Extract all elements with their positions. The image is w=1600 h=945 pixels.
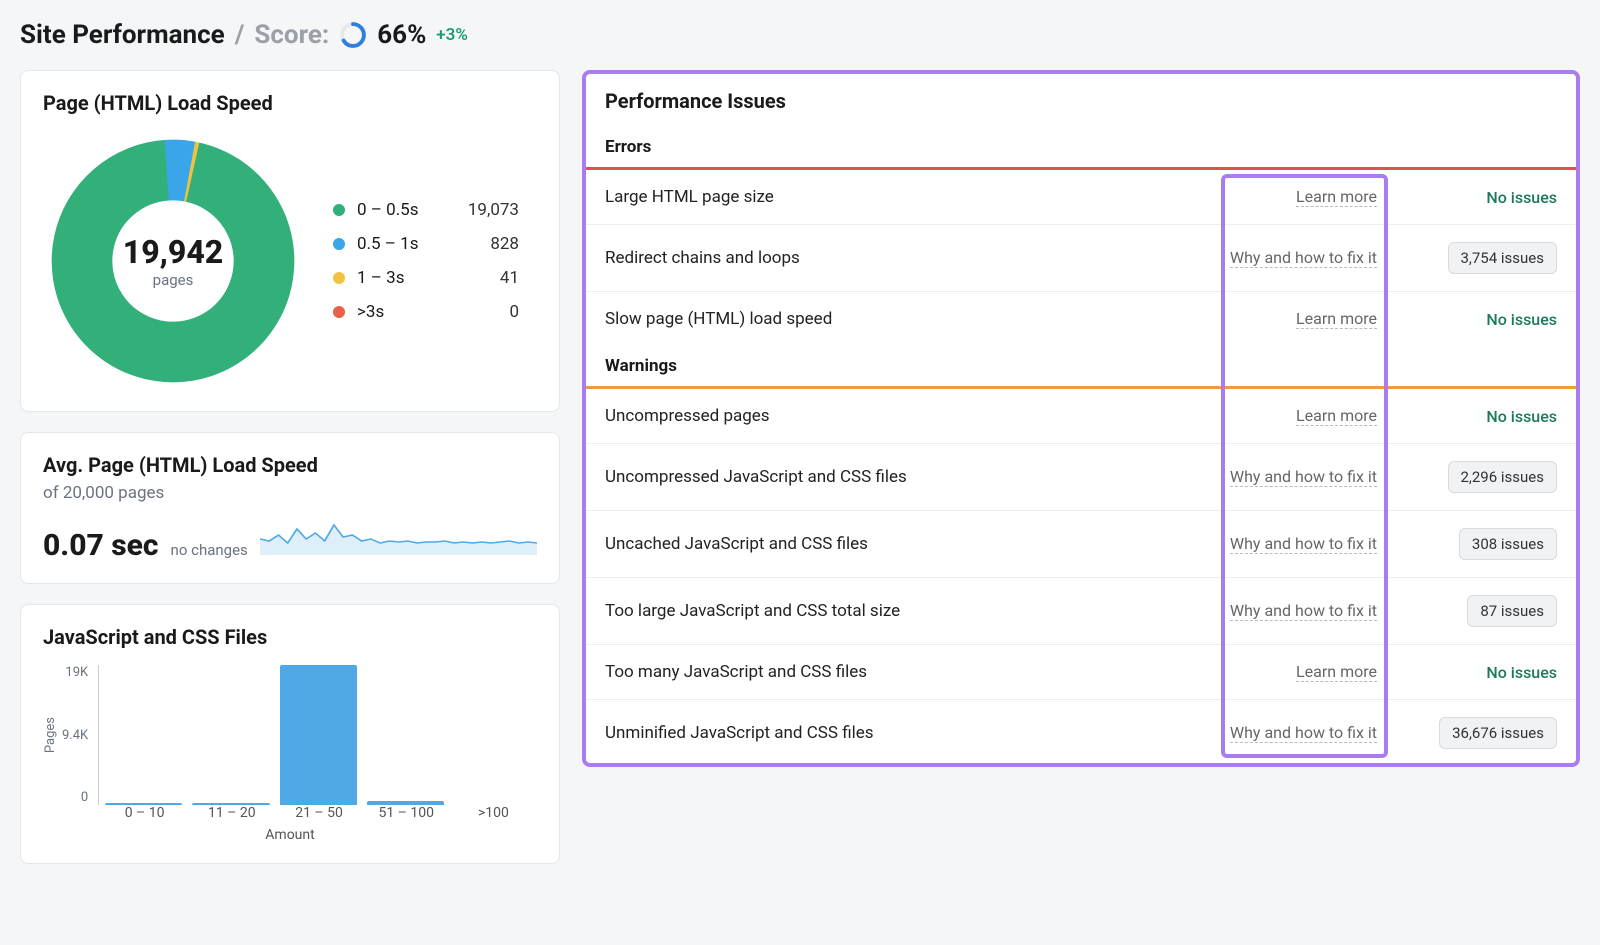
avg-title: Avg. Page (HTML) Load Speed bbox=[43, 453, 537, 477]
legend-label: >3s bbox=[357, 302, 437, 322]
why-fix-link[interactable]: Why and how to fix it bbox=[1230, 601, 1377, 621]
why-fix-link[interactable]: Why and how to fix it bbox=[1230, 467, 1377, 487]
no-issues-label: No issues bbox=[1486, 407, 1557, 426]
legend-dot-icon bbox=[333, 238, 345, 250]
issue-name: Large HTML page size bbox=[605, 187, 1276, 207]
issue-name: Uncached JavaScript and CSS files bbox=[605, 534, 1210, 554]
legend-value: 0 bbox=[449, 302, 519, 322]
learn-more-link[interactable]: Learn more bbox=[1296, 662, 1377, 682]
issue-row: Too large JavaScript and CSS total size W… bbox=[583, 578, 1579, 645]
score-value: 66% bbox=[377, 20, 426, 50]
legend-dot-icon bbox=[333, 204, 345, 216]
y-axis: 19K 9.4K 0 bbox=[62, 665, 98, 805]
why-fix-link[interactable]: Why and how to fix it bbox=[1230, 723, 1377, 743]
issue-row: Uncompressed JavaScript and CSS files Why… bbox=[583, 444, 1579, 511]
legend-value: 19,073 bbox=[449, 200, 519, 220]
sparkline-chart bbox=[260, 519, 537, 555]
issue-row: Too many JavaScript and CSS files Learn m… bbox=[583, 645, 1579, 700]
issues-count-pill[interactable]: 36,676 issues bbox=[1439, 717, 1557, 749]
score-label: Score: bbox=[254, 20, 329, 50]
jscss-card: JavaScript and CSS Files Pages 19K 9.4K … bbox=[20, 604, 560, 864]
bar bbox=[105, 803, 182, 805]
donut-total: 19,942 bbox=[123, 233, 224, 271]
avg-load-card: Avg. Page (HTML) Load Speed of 20,000 pa… bbox=[20, 432, 560, 584]
legend-label: 1 – 3s bbox=[357, 268, 437, 288]
issue-name: Slow page (HTML) load speed bbox=[605, 309, 1276, 329]
avg-change: no changes bbox=[171, 541, 248, 559]
issue-row: Redirect chains and loops Why and how to … bbox=[583, 225, 1579, 292]
issue-row: Uncached JavaScript and CSS files Why and… bbox=[583, 511, 1579, 578]
issues-count-pill[interactable]: 87 issues bbox=[1467, 595, 1557, 627]
legend-row: >3s 0 bbox=[333, 302, 519, 322]
issue-row: Uncompressed pages Learn more No issues bbox=[583, 389, 1579, 444]
issues-count-pill[interactable]: 2,296 issues bbox=[1448, 461, 1558, 493]
legend-value: 41 bbox=[449, 268, 519, 288]
learn-more-link[interactable]: Learn more bbox=[1296, 406, 1377, 426]
load-speed-card: Page (HTML) Load Speed 19,942 pages bbox=[20, 70, 560, 412]
x-axis: 0 – 10 11 – 20 21 – 50 51 – 100 >100 bbox=[101, 805, 537, 821]
issue-name: Too large JavaScript and CSS total size bbox=[605, 601, 1210, 621]
bar-chart bbox=[98, 665, 537, 805]
y-axis-label: Pages bbox=[43, 717, 58, 753]
issues-card: Performance Issues Errors Large HTML pag… bbox=[582, 70, 1580, 767]
issue-name: Uncompressed JavaScript and CSS files bbox=[605, 467, 1210, 487]
bar bbox=[192, 803, 269, 805]
bar bbox=[280, 665, 357, 805]
issue-row: Slow page (HTML) load speed Learn more No … bbox=[583, 292, 1579, 346]
issues-count-pill[interactable]: 3,754 issues bbox=[1448, 242, 1558, 274]
donut-pages-label: pages bbox=[123, 271, 224, 289]
score-delta: +3% bbox=[436, 25, 468, 45]
issue-name: Too many JavaScript and CSS files bbox=[605, 662, 1276, 682]
avg-value: 0.07 sec bbox=[43, 528, 159, 563]
legend-label: 0.5 – 1s bbox=[357, 234, 437, 254]
learn-more-link[interactable]: Learn more bbox=[1296, 309, 1377, 329]
issue-name: Redirect chains and loops bbox=[605, 248, 1210, 268]
legend-row: 0 – 0.5s 19,073 bbox=[333, 200, 519, 220]
y-tick: 19K bbox=[65, 665, 88, 680]
x-axis-label: Amount bbox=[43, 827, 537, 843]
legend-row: 0.5 – 1s 828 bbox=[333, 234, 519, 254]
x-tick: >100 bbox=[450, 805, 537, 821]
x-tick: 21 – 50 bbox=[275, 805, 362, 821]
issue-row: Unminified JavaScript and CSS files Why a… bbox=[583, 700, 1579, 766]
x-tick: 11 – 20 bbox=[188, 805, 275, 821]
donut-chart: 19,942 pages bbox=[43, 131, 303, 391]
warnings-section-label: Warnings bbox=[583, 346, 1579, 386]
avg-subtitle: of 20,000 pages bbox=[43, 483, 537, 503]
legend-value: 828 bbox=[449, 234, 519, 254]
issue-name: Unminified JavaScript and CSS files bbox=[605, 723, 1210, 743]
no-issues-label: No issues bbox=[1486, 310, 1557, 329]
y-tick: 0 bbox=[81, 790, 88, 805]
donut-legend: 0 – 0.5s 19,073 0.5 – 1s 828 1 – 3s 41 bbox=[333, 200, 519, 322]
bar bbox=[367, 801, 444, 805]
legend-label: 0 – 0.5s bbox=[357, 200, 437, 220]
jscss-title: JavaScript and CSS Files bbox=[43, 625, 537, 649]
title-separator: / bbox=[235, 20, 245, 50]
legend-dot-icon bbox=[333, 272, 345, 284]
x-tick: 51 – 100 bbox=[363, 805, 450, 821]
load-speed-title: Page (HTML) Load Speed bbox=[43, 91, 537, 115]
legend-dot-icon bbox=[333, 306, 345, 318]
y-tick: 9.4K bbox=[62, 728, 88, 743]
why-fix-link[interactable]: Why and how to fix it bbox=[1230, 248, 1377, 268]
x-tick: 0 – 10 bbox=[101, 805, 188, 821]
page-title: Site Performance bbox=[20, 20, 225, 50]
no-issues-label: No issues bbox=[1486, 188, 1557, 207]
issue-name: Uncompressed pages bbox=[605, 406, 1276, 426]
issues-title: Performance Issues bbox=[583, 71, 1579, 127]
learn-more-link[interactable]: Learn more bbox=[1296, 187, 1377, 207]
legend-row: 1 – 3s 41 bbox=[333, 268, 519, 288]
issues-count-pill[interactable]: 308 issues bbox=[1459, 528, 1557, 560]
no-issues-label: No issues bbox=[1486, 663, 1557, 682]
page-header: Site Performance / Score: 66% +3% bbox=[20, 20, 1580, 50]
errors-section-label: Errors bbox=[583, 127, 1579, 167]
why-fix-link[interactable]: Why and how to fix it bbox=[1230, 534, 1377, 554]
score-ring-icon bbox=[339, 21, 367, 49]
issue-row: Large HTML page size Learn more No issues bbox=[583, 170, 1579, 225]
